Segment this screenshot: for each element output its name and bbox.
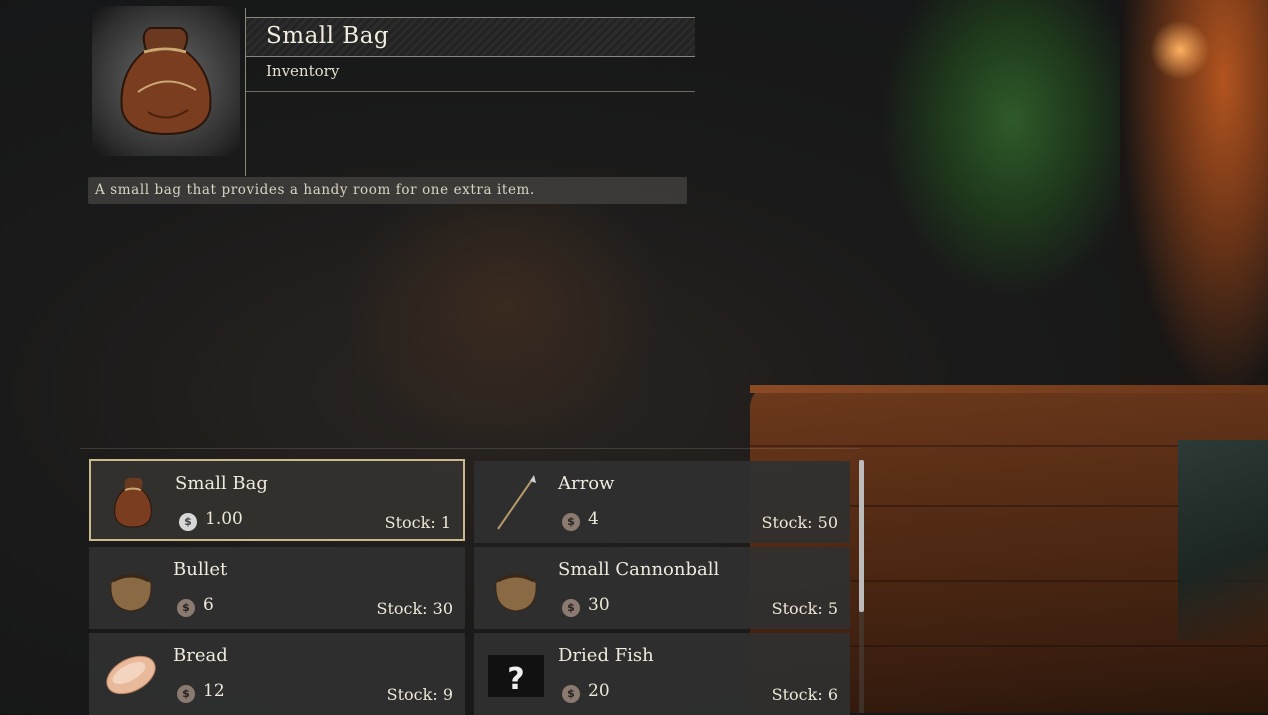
item-price: 6 bbox=[203, 595, 214, 615]
item-name: Arrow bbox=[558, 473, 615, 494]
item-stock: Stock: 5 bbox=[771, 599, 838, 618]
shop-grid-divider bbox=[80, 448, 860, 449]
item-price: 12 bbox=[203, 681, 225, 701]
item-stock: Stock: 9 bbox=[386, 685, 453, 704]
small-bag-icon bbox=[120, 27, 212, 136]
detail-item-category: Inventory bbox=[266, 62, 340, 80]
item-price: 30 bbox=[588, 595, 610, 615]
item-name: Dried Fish bbox=[558, 645, 654, 666]
item-price: 20 bbox=[588, 681, 610, 701]
detail-item-title: Small Bag bbox=[266, 23, 390, 49]
copper-coin-icon: $ bbox=[177, 685, 195, 703]
cannonball-pouch-icon bbox=[495, 574, 537, 612]
background-cloth bbox=[1178, 440, 1268, 640]
shop-item-card[interactable]: Bread $ 12 Stock: 9 bbox=[89, 633, 465, 715]
detail-item-description: A small bag that provides a handy room f… bbox=[95, 182, 535, 198]
copper-coin-icon: $ bbox=[177, 599, 195, 617]
item-stock: Stock: 6 bbox=[771, 685, 838, 704]
shop-item-card[interactable]: Arrow $ 4 Stock: 50 bbox=[474, 461, 850, 543]
copper-coin-icon: $ bbox=[562, 685, 580, 703]
item-stock: Stock: 50 bbox=[761, 513, 838, 532]
item-price: 1.00 bbox=[205, 509, 243, 529]
shop-scrollbar-thumb[interactable] bbox=[859, 460, 864, 612]
silver-coin-icon: $ bbox=[179, 513, 197, 531]
item-price: 4 bbox=[588, 509, 599, 529]
shop-item-card[interactable]: Bullet $ 6 Stock: 30 bbox=[89, 547, 465, 629]
small-bag-icon bbox=[114, 478, 152, 528]
lantern-glow bbox=[1150, 20, 1210, 80]
copper-coin-icon: $ bbox=[562, 513, 580, 531]
unknown-item-icon: ? bbox=[488, 655, 544, 697]
background-barrel bbox=[340, 190, 670, 450]
item-name: Bread bbox=[173, 645, 228, 666]
bread-icon bbox=[106, 655, 156, 695]
copper-coin-icon: $ bbox=[562, 599, 580, 617]
bullet-pouch-icon bbox=[110, 574, 152, 612]
item-stock: Stock: 1 bbox=[384, 513, 451, 532]
item-name: Small Bag bbox=[175, 473, 268, 494]
detail-icon-frame bbox=[88, 2, 244, 162]
item-name: Small Cannonball bbox=[558, 559, 720, 580]
item-stock: Stock: 30 bbox=[376, 599, 453, 618]
item-name: Bullet bbox=[173, 559, 228, 580]
svg-text:?: ? bbox=[507, 662, 524, 697]
detail-divider-line bbox=[246, 91, 695, 92]
shop-item-card[interactable]: Small Cannonball $ 30 Stock: 5 bbox=[474, 547, 850, 629]
arrow-icon bbox=[497, 475, 536, 530]
shop-item-card[interactable]: Small Bag $ 1.00 Stock: 1 bbox=[89, 459, 465, 541]
shop-item-card[interactable]: ? Dried Fish $ 20 Stock: 6 bbox=[474, 633, 850, 715]
background-foliage bbox=[880, 0, 1120, 300]
